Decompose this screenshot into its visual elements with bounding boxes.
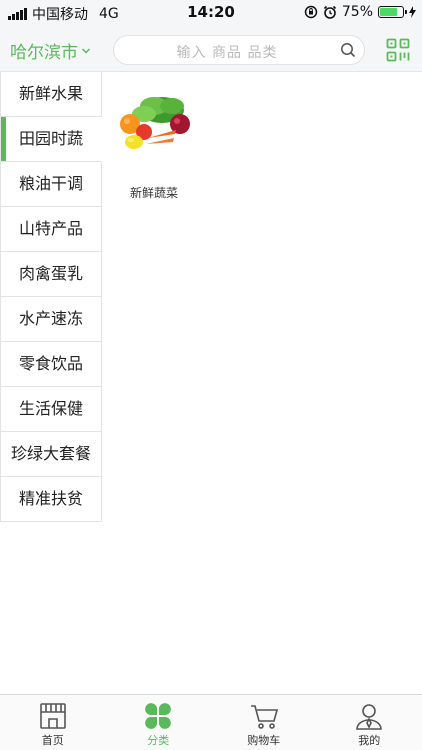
status-bar: 中国移动 4G 14:20 75% xyxy=(0,0,422,26)
sidebar-item-label: 粮油干调 xyxy=(18,174,83,193)
sidebar-item-label: 生活保健 xyxy=(18,399,83,418)
search-bar[interactable]: 输入 商品 品类 xyxy=(113,35,365,65)
top-header: 哈尔滨市 输入 商品 品类 xyxy=(0,26,422,72)
sidebar-item-label: 精准扶贫 xyxy=(18,489,83,508)
sidebar-item-label: 水产速冻 xyxy=(18,309,83,328)
alarm-icon xyxy=(323,5,336,19)
qr-scan-icon[interactable] xyxy=(386,38,410,62)
tab-cart[interactable]: 购物车 xyxy=(211,695,317,750)
sidebar-item-combo-package[interactable]: 珍绿大套餐 xyxy=(0,432,102,477)
vegetables-image xyxy=(120,97,190,149)
category-content: 新鲜蔬菜 xyxy=(102,72,422,694)
search-icon[interactable] xyxy=(340,42,356,58)
sidebar-item-grain-oil[interactable]: 粮油干调 xyxy=(0,162,102,207)
sidebar-item-snacks-drinks[interactable]: 零食饮品 xyxy=(0,342,102,387)
sidebar-item-label: 零食饮品 xyxy=(18,354,83,373)
charging-bolt-icon xyxy=(409,6,416,18)
city-name: 哈尔滨市 xyxy=(10,43,78,63)
tab-profile[interactable]: 我的 xyxy=(317,695,422,750)
sidebar-item-health[interactable]: 生活保健 xyxy=(0,387,102,432)
sidebar-item-local-specialty[interactable]: 山特产品 xyxy=(0,207,102,252)
tab-label: 分类 xyxy=(147,734,170,747)
tab-label: 我的 xyxy=(358,734,381,747)
cart-icon xyxy=(250,705,278,729)
category-tile-fresh-vegetables[interactable]: 新鲜蔬菜 xyxy=(114,94,194,201)
tab-label: 首页 xyxy=(41,734,64,747)
search-input[interactable]: 输入 商品 品类 xyxy=(114,42,340,62)
sidebar-item-label: 田园时蔬 xyxy=(18,129,83,148)
sidebar-item-fresh-fruit[interactable]: 新鲜水果 xyxy=(0,72,102,117)
sidebar-item-meat-eggs-dairy[interactable]: 肉禽蛋乳 xyxy=(0,252,102,297)
sidebar-item-vegetables[interactable]: 田园时蔬 xyxy=(0,117,102,162)
category-label: 新鲜蔬菜 xyxy=(129,186,178,200)
user-icon xyxy=(356,704,383,730)
category-sidebar: 新鲜水果 田园时蔬 粮油干调 山特产品 肉禽蛋乳 水产速冻 零食饮品 生活保健 … xyxy=(0,72,102,522)
bottom-tabbar: 首页 分类 购物车 我的 xyxy=(0,694,422,750)
sidebar-item-label: 肉禽蛋乳 xyxy=(18,264,83,283)
sidebar-item-label: 珍绿大套餐 xyxy=(10,444,91,463)
clover-icon xyxy=(145,703,172,729)
storefront-icon xyxy=(39,703,66,729)
tab-home[interactable]: 首页 xyxy=(0,695,106,750)
sidebar-item-poverty-relief[interactable]: 精准扶贫 xyxy=(0,477,102,522)
tab-category[interactable]: 分类 xyxy=(106,695,212,750)
status-right: 75% xyxy=(304,4,416,20)
app-screen: 中国移动 4G 14:20 75% 哈尔滨市 输入 商品 品类 新鲜水果 田园时… xyxy=(0,0,422,750)
rotation-lock-icon xyxy=(304,5,318,19)
sidebar-item-label: 新鲜水果 xyxy=(18,84,83,103)
sidebar-item-label: 山特产品 xyxy=(18,219,83,238)
tab-label: 购物车 xyxy=(247,734,281,747)
sidebar-item-seafood-frozen[interactable]: 水产速冻 xyxy=(0,297,102,342)
battery-icon xyxy=(378,6,407,18)
battery-percent: 75% xyxy=(341,4,373,20)
chevron-down-icon xyxy=(81,47,91,54)
city-selector[interactable]: 哈尔滨市 xyxy=(10,38,91,63)
